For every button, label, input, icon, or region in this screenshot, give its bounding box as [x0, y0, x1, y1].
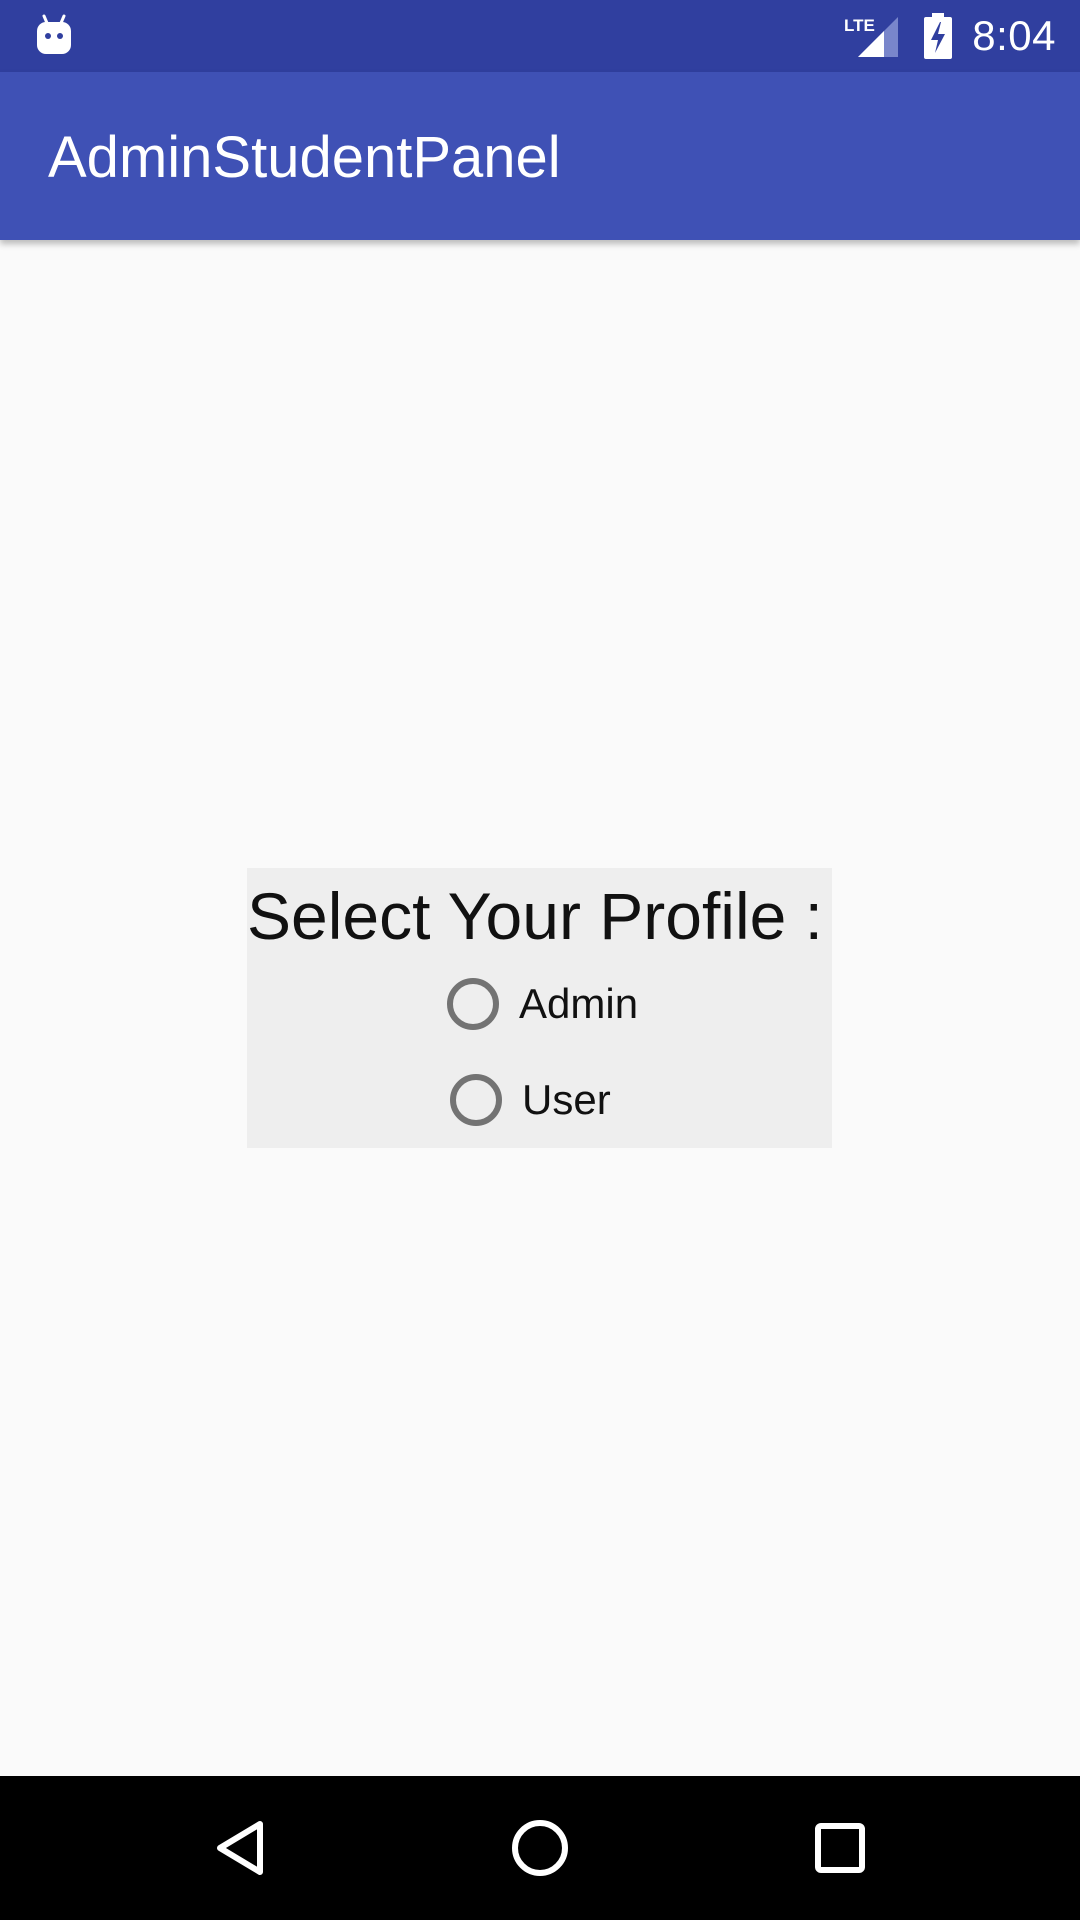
profile-heading: Select Your Profile : [247, 879, 824, 953]
radio-option-user[interactable]: User [450, 1064, 611, 1136]
android-debug-icon [37, 14, 71, 54]
status-time: 8:04 [972, 12, 1056, 59]
radio-button-icon[interactable] [447, 978, 499, 1030]
app-title: AdminStudentPanel [48, 125, 561, 190]
status-bar: LTE 8:04 [0, 0, 1080, 72]
battery-charging-icon [924, 13, 953, 59]
radio-label-admin[interactable]: Admin [519, 980, 638, 1028]
screen: LTE 8:04 AdminStudentPanel Select Your P… [0, 0, 1080, 1920]
recents-icon[interactable] [810, 1818, 870, 1878]
lte-signal-icon: LTE [844, 16, 899, 57]
radio-button-icon[interactable] [450, 1074, 502, 1126]
navigation-bar [0, 1776, 1080, 1920]
home-icon[interactable] [510, 1818, 570, 1878]
back-icon[interactable] [210, 1818, 270, 1878]
main-content: Select Your Profile : Admin User [0, 240, 1080, 1776]
profile-selector: Select Your Profile : Admin User [247, 868, 832, 1148]
status-icons: LTE 8:04 [844, 0, 1056, 72]
radio-label-user[interactable]: User [522, 1076, 611, 1124]
radio-option-admin[interactable]: Admin [447, 968, 638, 1040]
network-label: LTE [844, 16, 875, 35]
app-bar: AdminStudentPanel [0, 72, 1080, 240]
